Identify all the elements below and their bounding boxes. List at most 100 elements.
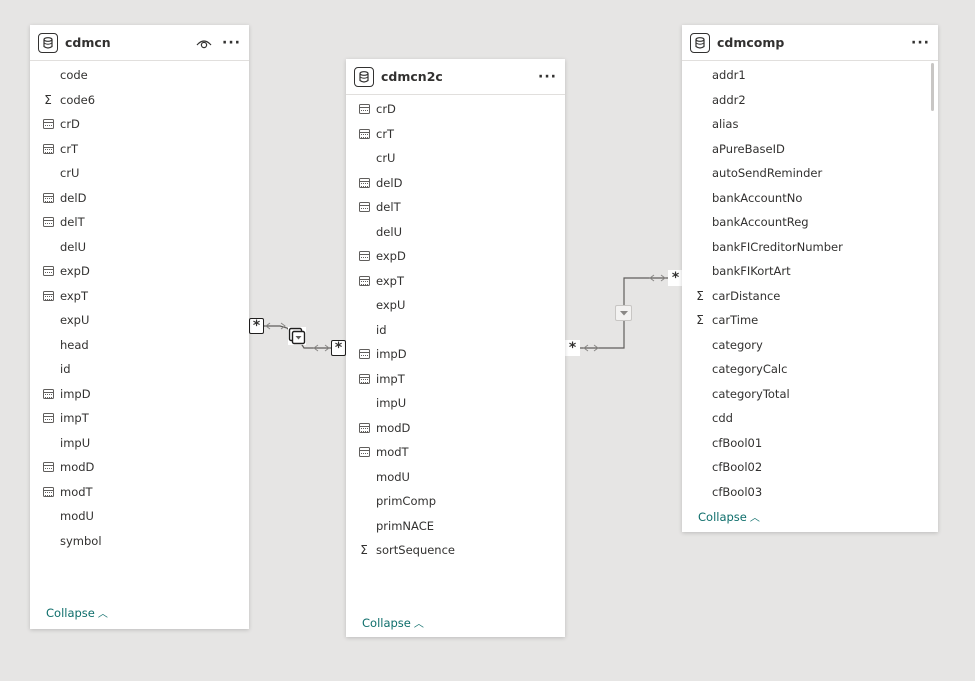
cardinality-many-marker: * xyxy=(565,340,580,356)
field-row[interactable]: addr1 xyxy=(682,63,938,88)
field-icon xyxy=(694,363,706,375)
field-row[interactable]: impD xyxy=(346,342,565,367)
field-icon xyxy=(358,152,370,164)
field-row[interactable]: crU xyxy=(346,146,565,171)
field-row[interactable]: Σcode6 xyxy=(30,88,249,113)
field-row[interactable]: bankFIKortArt xyxy=(682,259,938,284)
field-name: modT xyxy=(376,445,409,460)
calendar-icon xyxy=(42,265,54,277)
field-row[interactable]: crT xyxy=(346,122,565,147)
field-row[interactable]: impT xyxy=(346,367,565,392)
field-row[interactable]: alias xyxy=(682,112,938,137)
field-row[interactable]: crU xyxy=(30,161,249,186)
field-row[interactable]: crD xyxy=(30,112,249,137)
field-row[interactable]: ΣcarTime xyxy=(682,308,938,333)
field-row[interactable]: category xyxy=(682,333,938,358)
field-row[interactable]: impT xyxy=(30,406,249,431)
calendar-icon xyxy=(42,118,54,130)
sigma-icon: Σ xyxy=(360,543,368,558)
field-icon xyxy=(358,471,370,483)
field-name: addr2 xyxy=(712,92,746,107)
field-row[interactable]: head xyxy=(30,333,249,358)
field-row[interactable]: impD xyxy=(30,382,249,407)
field-row[interactable]: primNACE xyxy=(346,514,565,539)
eye-icon[interactable] xyxy=(196,37,212,49)
collapse-button[interactable]: Collapse ︿ xyxy=(362,615,424,631)
field-row[interactable]: code xyxy=(30,63,249,88)
field-icon xyxy=(42,314,54,326)
database-icon xyxy=(38,32,58,53)
filter-direction-single-icon[interactable] xyxy=(615,305,632,321)
table-card-cdmcn2c[interactable]: cdmcn2c ··· crD crT crU delD delT delU e… xyxy=(346,59,565,637)
field-icon xyxy=(358,495,370,507)
field-row[interactable]: autoSendReminder xyxy=(682,161,938,186)
field-row[interactable]: expU xyxy=(30,308,249,333)
field-row[interactable]: expD xyxy=(30,259,249,284)
field-row[interactable]: expT xyxy=(30,284,249,309)
field-row[interactable]: crT xyxy=(30,137,249,162)
field-row[interactable]: expD xyxy=(346,244,565,269)
field-row[interactable]: bankFICreditorNumber xyxy=(682,235,938,260)
field-name: impT xyxy=(376,371,405,386)
field-row[interactable]: ΣsortSequence xyxy=(346,538,565,563)
field-name: impD xyxy=(376,347,407,362)
calendar-icon xyxy=(358,422,370,434)
field-row[interactable]: cfBool03 xyxy=(682,480,938,505)
field-row[interactable]: modD xyxy=(346,416,565,441)
field-row[interactable]: id xyxy=(346,318,565,343)
field-row[interactable]: delD xyxy=(30,186,249,211)
field-list: addr1 addr2 alias aPureBaseID autoSendRe… xyxy=(682,61,938,504)
field-row[interactable]: impU xyxy=(30,431,249,456)
field-row[interactable]: cfBool02 xyxy=(682,455,938,480)
field-name: bankAccountNo xyxy=(712,190,803,205)
table-card-cdmcomp[interactable]: cdmcomp ··· addr1 addr2 alias aPureBaseI… xyxy=(682,25,938,532)
field-row[interactable]: delU xyxy=(346,220,565,245)
filter-direction-both-icon[interactable] xyxy=(288,327,306,345)
table-header[interactable]: cdmcn ··· xyxy=(30,25,249,61)
field-row[interactable]: aPureBaseID xyxy=(682,137,938,162)
collapse-button[interactable]: Collapse ︿ xyxy=(46,605,108,621)
collapse-button[interactable]: Collapse ︿ xyxy=(698,509,760,525)
field-name: crT xyxy=(376,126,395,141)
field-row[interactable]: bankAccountReg xyxy=(682,210,938,235)
field-row[interactable]: expU xyxy=(346,293,565,318)
field-row[interactable]: primComp xyxy=(346,489,565,514)
field-row[interactable]: categoryCalc xyxy=(682,357,938,382)
calendar-icon xyxy=(358,446,370,458)
field-row[interactable]: modT xyxy=(30,480,249,505)
field-name: symbol xyxy=(60,533,102,548)
field-row[interactable]: addr2 xyxy=(682,88,938,113)
field-icon xyxy=(42,510,54,522)
field-row[interactable]: modU xyxy=(346,465,565,490)
field-row[interactable]: bankAccountNo xyxy=(682,186,938,211)
field-name: modD xyxy=(60,460,95,475)
field-row[interactable]: cdd xyxy=(682,406,938,431)
field-icon xyxy=(42,535,54,547)
field-row[interactable]: crD xyxy=(346,97,565,122)
collapse-label: Collapse xyxy=(46,605,95,620)
table-header[interactable]: cdmcn2c ··· xyxy=(346,59,565,95)
table-card-cdmcn[interactable]: cdmcn ··· code Σcode6 crD crT crU delD d… xyxy=(30,25,249,629)
field-row[interactable]: delU xyxy=(30,235,249,260)
field-row[interactable]: delT xyxy=(30,210,249,235)
field-row[interactable]: categoryTotal xyxy=(682,382,938,407)
scrollbar-thumb[interactable] xyxy=(931,63,934,111)
field-row[interactable]: modT xyxy=(346,440,565,465)
field-row[interactable]: expT xyxy=(346,269,565,294)
cardinality-many-marker: * xyxy=(668,270,683,286)
field-name: bankAccountReg xyxy=(712,215,809,230)
field-row[interactable]: delD xyxy=(346,171,565,196)
field-row[interactable]: cfBool01 xyxy=(682,431,938,456)
field-row[interactable]: id xyxy=(30,357,249,382)
more-options-icon[interactable]: ··· xyxy=(538,70,557,84)
field-row[interactable]: modU xyxy=(30,504,249,529)
more-options-icon[interactable]: ··· xyxy=(222,36,241,50)
field-row[interactable]: delT xyxy=(346,195,565,220)
field-row[interactable]: symbol xyxy=(30,529,249,554)
field-row[interactable]: impU xyxy=(346,391,565,416)
table-header[interactable]: cdmcomp ··· xyxy=(682,25,938,61)
field-row[interactable]: modD xyxy=(30,455,249,480)
field-icon xyxy=(694,69,706,81)
field-row[interactable]: ΣcarDistance xyxy=(682,284,938,309)
more-options-icon[interactable]: ··· xyxy=(911,36,930,50)
